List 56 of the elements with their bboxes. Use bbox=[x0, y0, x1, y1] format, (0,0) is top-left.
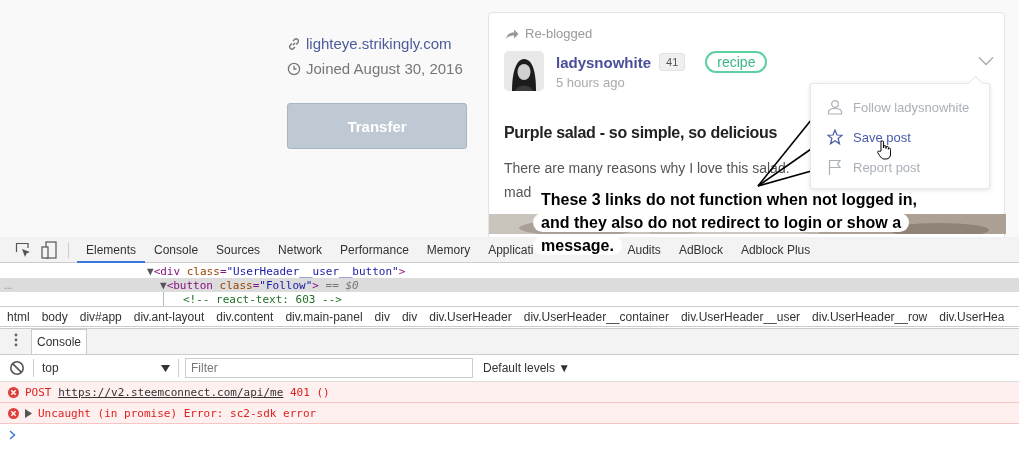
error-icon bbox=[8, 407, 19, 419]
devtools-tab[interactable]: Performance bbox=[331, 236, 418, 263]
breadcrumb-item[interactable]: div.UserHeader__container bbox=[523, 309, 669, 324]
breadcrumb-item[interactable]: div.ant-layout bbox=[133, 309, 205, 324]
error-icon bbox=[8, 386, 19, 398]
devtools-tab[interactable]: Elements bbox=[77, 236, 146, 263]
post-excerpt: mad bbox=[504, 183, 532, 202]
joined-date: Joined August 30, 2016 bbox=[306, 60, 463, 77]
breadcrumb-item[interactable]: body bbox=[41, 309, 68, 324]
breadcrumb-item[interactable]: div.content bbox=[216, 309, 274, 324]
clear-console-icon[interactable] bbox=[9, 360, 25, 376]
devtools-tab[interactable]: Adblock Plus bbox=[731, 236, 820, 263]
devtools-tab[interactable]: Network bbox=[269, 236, 332, 263]
breadcrumb-item[interactable]: div.UserHeader bbox=[429, 309, 512, 324]
filter-field[interactable]: Filter bbox=[185, 358, 473, 378]
device-icon[interactable] bbox=[41, 240, 57, 259]
reputation-badge: 41 bbox=[659, 53, 686, 71]
dom-node-line[interactable]: ▼<div class="UserHeader__user__button"> bbox=[147, 264, 406, 278]
menu-item[interactable]: Save post bbox=[811, 122, 989, 152]
breadcrumb-item[interactable]: div bbox=[374, 309, 390, 324]
website-link[interactable]: lighteye.strikingly.com bbox=[306, 35, 452, 52]
more-options-icon[interactable] bbox=[14, 333, 18, 347]
dom-node-line[interactable]: ▼<button class="Follow"> == $0 bbox=[160, 278, 359, 292]
dropdown-arrow-icon bbox=[161, 364, 170, 372]
devtools-tab[interactable]: Memory bbox=[417, 236, 480, 263]
request-link[interactable]: https://v2.steemconnect.com/api/me bbox=[58, 385, 284, 399]
reblogged-label: Re-blogged bbox=[525, 26, 593, 41]
devtools-tab[interactable]: AdBlock bbox=[669, 236, 732, 263]
dom-node-line[interactable]: <!-- react-text: 603 --> bbox=[183, 292, 342, 306]
devtools-tab[interactable]: Audits bbox=[618, 236, 670, 263]
breadcrumb-item[interactable]: div bbox=[401, 309, 418, 324]
inspect-icon[interactable] bbox=[15, 241, 31, 258]
breadcrumb-item[interactable]: div.UserHeader__user bbox=[680, 309, 801, 324]
prompt-icon bbox=[9, 430, 16, 440]
flag-icon bbox=[827, 158, 843, 176]
console-message: Uncaught (in promise) Error: sc2-sdk error bbox=[38, 406, 317, 420]
breadcrumb-item[interactable]: div.main-panel bbox=[285, 309, 363, 324]
log-levels-select[interactable]: Default levels ▼ bbox=[483, 361, 571, 375]
post-title[interactable]: Purple salad - so simple, so delicious bbox=[504, 124, 778, 142]
drawer-tab[interactable]: Console bbox=[31, 329, 88, 354]
clock-icon bbox=[287, 61, 301, 76]
breadcrumb-item[interactable]: div.UserHeader__row bbox=[812, 309, 928, 324]
console-message: POST https://v2.steemconnect.com/api/me 401 () bbox=[25, 385, 330, 399]
breadcrumb-item[interactable]: div.UserHea bbox=[939, 309, 1005, 324]
link-icon bbox=[287, 36, 301, 51]
share-arrow-icon bbox=[505, 27, 519, 40]
author-link[interactable]: ladysnowhite bbox=[556, 53, 652, 71]
devtools-tab[interactable]: Console bbox=[145, 236, 208, 263]
devtools-tab[interactable]: Sources bbox=[207, 236, 270, 263]
expand-triangle-icon[interactable] bbox=[25, 408, 32, 418]
breadcrumb-item[interactable]: html bbox=[7, 309, 30, 324]
user-icon bbox=[827, 98, 843, 116]
breadcrumb-item[interactable]: div#app bbox=[79, 309, 122, 324]
post-time: 5 hours ago bbox=[556, 75, 626, 90]
star-icon bbox=[827, 128, 843, 146]
context-select[interactable]: top bbox=[34, 361, 178, 375]
